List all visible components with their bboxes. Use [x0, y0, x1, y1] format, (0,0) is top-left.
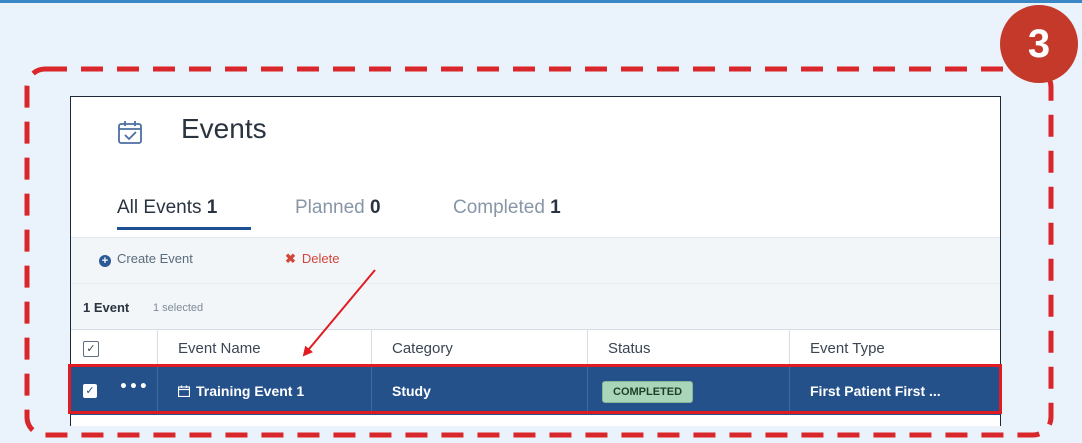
- tab-label: All Events: [117, 197, 202, 218]
- active-tab-indicator: [117, 227, 251, 230]
- cell-status: COMPLETED: [587, 367, 789, 415]
- select-all-checkbox[interactable]: ✓: [83, 341, 99, 357]
- tab-label: Planned: [295, 197, 365, 218]
- page-title: Events: [181, 113, 267, 144]
- tab-label: Completed: [453, 197, 545, 218]
- column-header-event-type[interactable]: Event Type: [789, 330, 1000, 368]
- tab-completed[interactable]: Completed 1: [453, 197, 561, 219]
- tab-planned[interactable]: Planned 0: [295, 197, 381, 219]
- x-icon: ✖: [285, 251, 296, 266]
- create-event-label: Create Event: [117, 251, 193, 266]
- result-summary: 1 Event 1 selected: [71, 283, 1000, 330]
- row-more-menu-icon[interactable]: •••: [119, 379, 149, 395]
- action-toolbar: + Create Event ✖ Delete: [71, 237, 1000, 284]
- delete-label: Delete: [301, 251, 340, 266]
- column-header-category[interactable]: Category: [371, 330, 587, 368]
- event-count: 1 Event: [83, 300, 130, 315]
- events-panel: Events All Events 1 Planned 0 Completed …: [70, 96, 1001, 426]
- tab-count: 1: [206, 197, 218, 218]
- table-row[interactable]: ✓ ••• Training Event 1 Study COMPLETED F…: [71, 367, 1000, 415]
- cell-category: Study: [371, 367, 587, 415]
- event-name-text: Training Event 1: [196, 383, 305, 399]
- top-rule: [0, 0, 1082, 3]
- row-checkbox[interactable]: ✓: [83, 384, 97, 398]
- tab-count: 0: [370, 197, 381, 218]
- status-badge: COMPLETED: [602, 381, 694, 404]
- selected-count: 1 selected: [153, 302, 204, 314]
- tab-count: 1: [550, 197, 561, 218]
- calendar-icon: [178, 385, 190, 397]
- column-header-status[interactable]: Status: [587, 330, 789, 368]
- plus-circle-icon: +: [99, 255, 111, 267]
- calendar-check-icon: [118, 121, 142, 144]
- panel-header: Events: [71, 97, 1000, 169]
- column-header-event-name[interactable]: Event Name: [157, 330, 371, 368]
- tab-all-events[interactable]: All Events 1: [117, 197, 217, 219]
- step-number-badge: 3: [1000, 5, 1078, 83]
- cell-event-name[interactable]: Training Event 1: [157, 367, 371, 415]
- table-header: ✓ Event Name Category Status Event Type: [71, 329, 1000, 369]
- create-event-button[interactable]: + Create Event: [99, 251, 193, 267]
- cell-event-type: First Patient First ...: [789, 367, 1000, 415]
- delete-button[interactable]: ✖ Delete: [285, 251, 339, 267]
